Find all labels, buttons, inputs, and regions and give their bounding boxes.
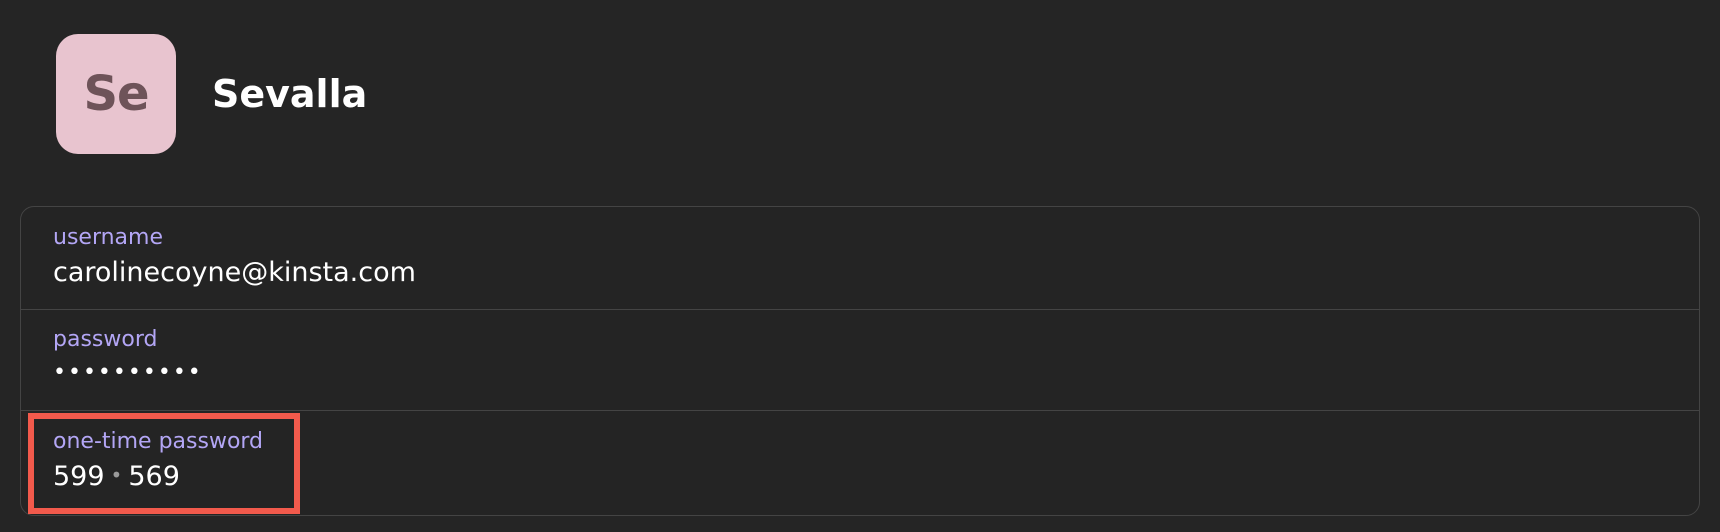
otp-separator: • (110, 463, 123, 487)
credentials-card: username carolinecoyne@kinsta.com passwo… (20, 206, 1700, 516)
item-header: Se Sevalla (56, 34, 367, 154)
otp-code-part1: 599 (53, 461, 105, 492)
otp-field[interactable]: one-time password 599 • 569 (21, 411, 1699, 515)
item-title: Sevalla (212, 72, 368, 116)
otp-value[interactable]: 599 • 569 (53, 461, 180, 492)
username-field[interactable]: username carolinecoyne@kinsta.com (21, 207, 1699, 310)
password-field[interactable]: password •••••••••• (21, 310, 1699, 411)
password-label: password (53, 327, 158, 352)
otp-code-part2: 569 (128, 461, 180, 492)
otp-label: one-time password (53, 429, 264, 454)
item-avatar: Se (56, 34, 176, 154)
avatar-initials: Se (83, 66, 149, 122)
password-value[interactable]: •••••••••• (53, 360, 203, 385)
username-label: username (53, 225, 163, 250)
username-value[interactable]: carolinecoyne@kinsta.com (53, 257, 416, 288)
